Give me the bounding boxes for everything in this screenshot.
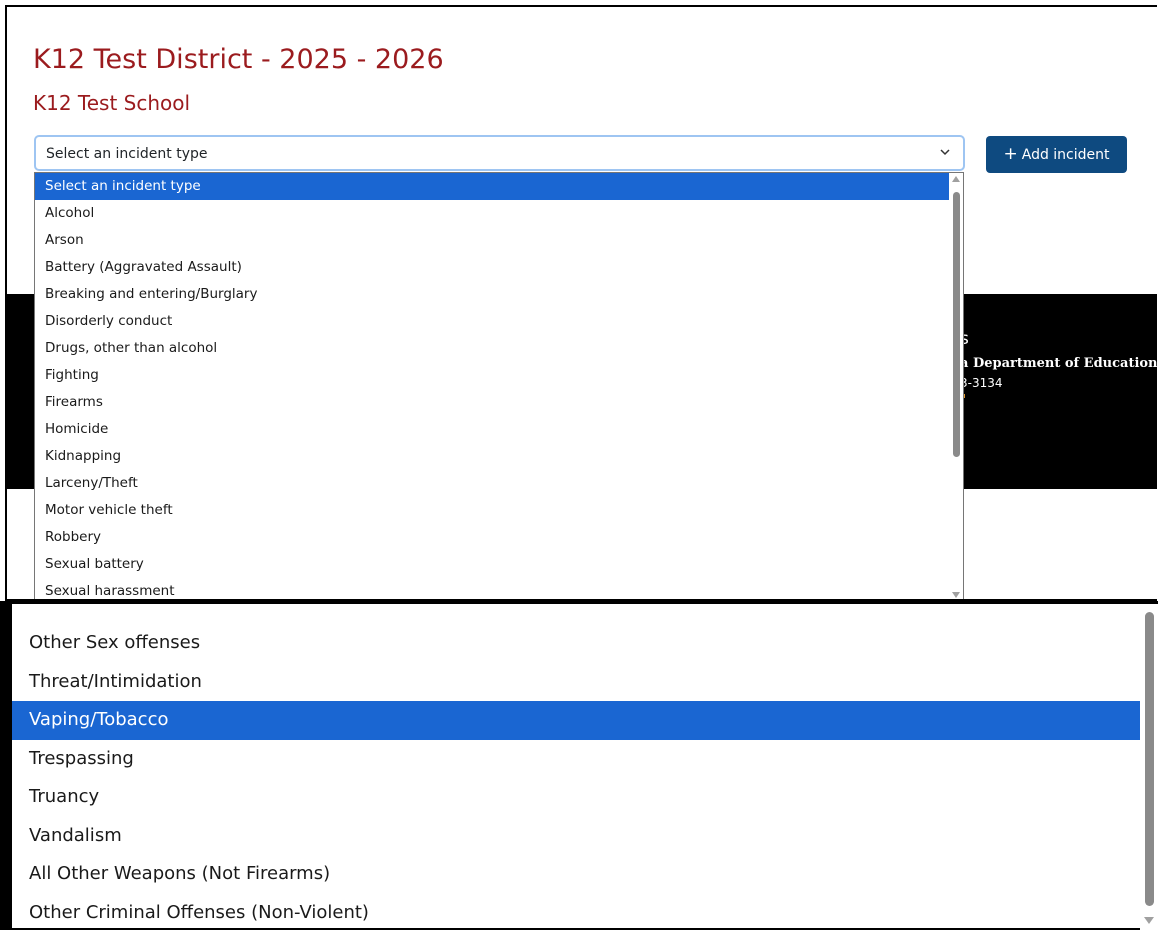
chevron-down-icon: [940, 149, 950, 156]
incident-option-fighting[interactable]: Fighting: [35, 362, 963, 389]
top-screenshot-panel: K12 Test District - 2025 - 2026 K12 Test…: [5, 5, 1157, 601]
add-incident-button[interactable]: + Add incident: [986, 136, 1127, 173]
panel-left-edge: [0, 604, 12, 930]
incident-option-sexual-battery[interactable]: Sexual battery: [35, 551, 963, 578]
incident-option-all-other-weapons-not-firearms[interactable]: All Other Weapons (Not Firearms): [12, 855, 1140, 894]
incident-option-disorderly-conduct[interactable]: Disorderly conduct: [35, 308, 963, 335]
incident-option-threat-intimidation[interactable]: Threat/Intimidation: [12, 663, 1140, 702]
incident-option-motor-vehicle-theft[interactable]: Motor vehicle theft: [35, 497, 963, 524]
incident-option-breaking-and-entering-burglary[interactable]: Breaking and entering/Burglary: [35, 281, 963, 308]
incident-option-drugs-other-than-alcohol[interactable]: Drugs, other than alcohol: [35, 335, 963, 362]
incident-type-dropdown-list-zoomed[interactable]: Other Sex offenses Threat/Intimidation Vap…: [12, 604, 1140, 930]
incident-option-firearms[interactable]: Firearms: [35, 389, 963, 416]
incident-option-kidnapping[interactable]: Kidnapping: [35, 443, 963, 470]
incident-option-battery-aggravated-assault[interactable]: Battery (Aggravated Assault): [35, 254, 963, 281]
incident-option-arson[interactable]: Arson: [35, 227, 963, 254]
incident-type-dropdown-list[interactable]: Select an incident type Alcohol Arson Batte…: [34, 172, 964, 599]
incident-option-sexual-harassment[interactable]: Sexual harassment: [35, 578, 963, 599]
incident-type-select-value: Select an incident type: [46, 146, 208, 162]
scroll-down-arrow-icon[interactable]: [1144, 917, 1154, 924]
scrollbar-thumb[interactable]: [1145, 612, 1154, 906]
bottom-screenshot-panel: Other Sex offenses Threat/Intimidation Vap…: [0, 601, 1158, 930]
incident-option-vandalism[interactable]: Vandalism: [12, 817, 1140, 856]
footer-department: a Department of Education: [960, 356, 1157, 371]
incident-option-vaping-tobacco[interactable]: Vaping/Tobacco: [12, 701, 1140, 740]
scroll-up-arrow-icon[interactable]: [952, 176, 960, 182]
incident-option-homicide[interactable]: Homicide: [35, 416, 963, 443]
add-incident-label: Add incident: [1021, 146, 1110, 163]
dropdown-scrollbar-zoomed[interactable]: [1140, 604, 1158, 930]
incident-option-other-sex-offenses[interactable]: Other Sex offenses: [12, 624, 1140, 663]
scroll-down-arrow-icon[interactable]: [952, 592, 960, 598]
incident-option-truancy[interactable]: Truancy: [12, 778, 1140, 817]
incident-option-alcohol[interactable]: Alcohol: [35, 200, 963, 227]
incident-option-select-an-incident-type[interactable]: Select an incident type: [35, 173, 963, 200]
scrollbar-thumb[interactable]: [953, 192, 960, 457]
incident-type-select[interactable]: Select an incident type: [34, 135, 965, 171]
incident-option-robbery[interactable]: Robbery: [35, 524, 963, 551]
incident-option-other-criminal-offenses-non-violent[interactable]: Other Criminal Offenses (Non-Violent): [12, 894, 1140, 930]
incident-option-larceny-theft[interactable]: Larceny/Theft: [35, 470, 963, 497]
district-title: K12 Test District - 2025 - 2026: [33, 44, 444, 75]
school-title: K12 Test School: [33, 91, 191, 115]
incident-option-trespassing[interactable]: Trespassing: [12, 740, 1140, 779]
dropdown-scrollbar[interactable]: [949, 173, 963, 599]
footer-phone: 3-3134: [960, 376, 1003, 390]
plus-icon: +: [1003, 144, 1018, 164]
